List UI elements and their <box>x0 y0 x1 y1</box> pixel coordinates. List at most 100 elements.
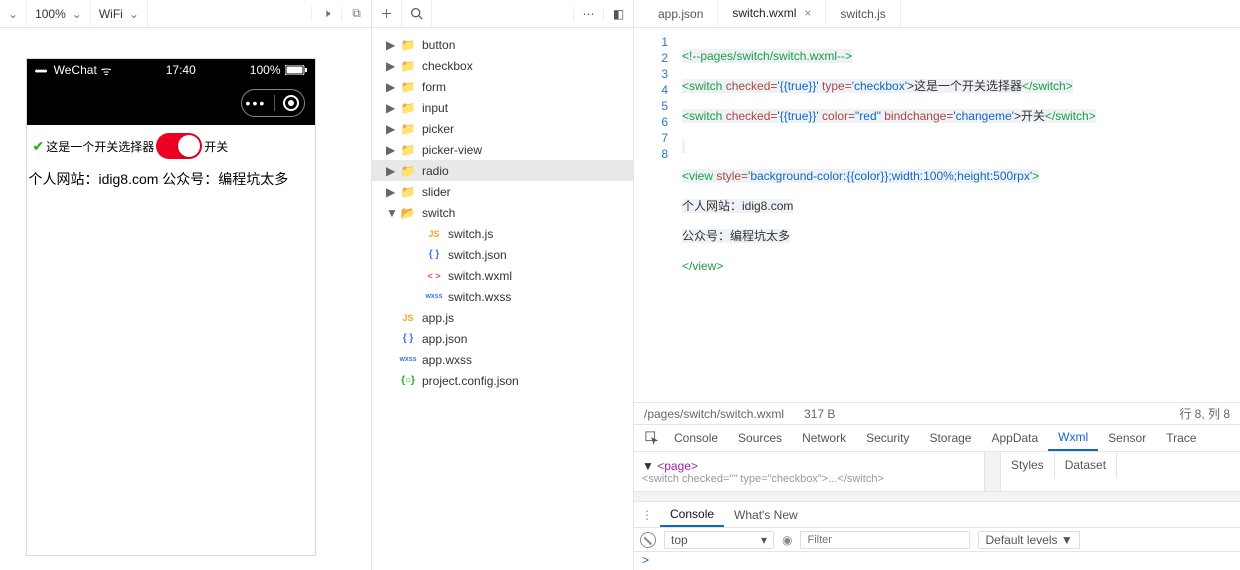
wxss-icon: wxss <box>426 293 442 300</box>
tree-node[interactable]: ▶📁picker-view <box>372 139 633 160</box>
editor-tab[interactable]: switch.js <box>826 0 900 27</box>
simulator-toolbar: ⌄ 100% ⌄ WiFi ⌄ 🕨 ⧉ <box>0 0 372 27</box>
devtools-tab-trace[interactable]: Trace <box>1156 425 1206 451</box>
editor-tab[interactable]: switch.wxml × <box>718 0 826 27</box>
expand-arrow-icon: ▶ <box>386 164 394 178</box>
mute-icon[interactable]: 🕨 <box>311 6 341 21</box>
tree-node[interactable]: ▶📁checkbox <box>372 55 633 76</box>
tab-label: switch.wxml <box>732 6 796 20</box>
cursor-position: 行 8, 列 8 <box>1179 405 1230 422</box>
search-button[interactable] <box>402 0 432 27</box>
devtools-tab-wxml[interactable]: Wxml <box>1048 425 1098 451</box>
folder-icon: 📁 <box>400 38 416 52</box>
devtools-tab-appdata[interactable]: AppData <box>981 425 1048 451</box>
tree-node[interactable]: ▶📁form <box>372 76 633 97</box>
editor-statusbar: /pages/switch/switch.wxml 317 B 行 8, 列 8 <box>634 402 1240 424</box>
folder-icon: 📁 <box>400 143 416 157</box>
js-icon: JS <box>400 313 416 323</box>
tree-node[interactable]: JSapp.js <box>372 307 633 328</box>
wxml-icon: < > <box>426 271 442 281</box>
levels-dropdown[interactable]: Default levels ▼ <box>978 531 1079 549</box>
json-icon: { } <box>426 249 442 260</box>
capsule-menu-icon: ••• <box>246 95 267 111</box>
tree-node[interactable]: JS switch.js <box>372 223 633 244</box>
devtools-tab-console[interactable]: Console <box>664 425 728 451</box>
switch-label: 开关 <box>204 138 228 155</box>
styles-tab[interactable]: Styles <box>1001 452 1055 478</box>
devtools-tab-security[interactable]: Security <box>856 425 919 451</box>
devtools-tabbar: ConsoleSourcesNetworkSecurityStorageAppD… <box>634 424 1240 452</box>
devtools-tab-network[interactable]: Network <box>792 425 856 451</box>
tree-node[interactable]: ▶📁picker <box>372 118 633 139</box>
device-dropdown[interactable]: ⌄ <box>0 0 27 27</box>
detach-icon[interactable]: ⧉ <box>341 6 371 21</box>
tree-node[interactable]: ▶📁slider <box>372 181 633 202</box>
devtools-tab-sources[interactable]: Sources <box>728 425 792 451</box>
expand-arrow-icon: ▶ <box>386 38 394 52</box>
page-body: ✔ 这是一个开关选择器 开关 个人网站：idig8.com 公众号：编程坑太多 <box>27 125 315 555</box>
wxml-tree[interactable]: ▼ <page> <switch checked="" type="checkb… <box>634 452 984 491</box>
top-toolbar: ⌄ 100% ⌄ WiFi ⌄ 🕨 ⧉ ＋ ⋯ ◧ app.json switch… <box>0 0 1240 28</box>
checkbox-row: ✔ 这是一个开关选择器 开关 <box>27 125 315 167</box>
expand-arrow-icon: ▶ <box>386 59 394 73</box>
tree-label: app.wxss <box>422 353 472 367</box>
console-output[interactable]: > <box>634 552 1240 570</box>
folder-icon: 📁 <box>400 59 416 73</box>
tree-node[interactable]: {○}project.config.json <box>372 370 633 391</box>
dataset-tab[interactable]: Dataset <box>1055 452 1117 478</box>
line-number: 4 <box>634 82 668 98</box>
editor-tab[interactable]: app.json <box>644 0 718 27</box>
zoom-dropdown[interactable]: 100% ⌄ <box>27 0 91 27</box>
devtools-tab-sensor[interactable]: Sensor <box>1098 425 1156 451</box>
scrollbar[interactable] <box>984 452 1000 491</box>
tab-whats-new[interactable]: What's New <box>724 502 808 527</box>
chevron-down-icon: ⌄ <box>72 7 82 21</box>
clock-label: 17:40 <box>116 63 246 77</box>
clear-console-icon[interactable] <box>640 532 656 548</box>
new-file-button[interactable]: ＋ <box>372 0 402 27</box>
switch-toggle[interactable] <box>156 133 202 159</box>
js-icon: JS <box>426 229 442 239</box>
live-expression-icon[interactable]: ◉ <box>782 533 792 547</box>
inspect-icon[interactable] <box>640 431 664 445</box>
panel-resizer[interactable] <box>634 492 1240 502</box>
code-editor[interactable]: 12345678 <!--pages/switch/switch.wxml-->… <box>634 28 1240 402</box>
info-text: 个人网站：idig8.com 公众号：编程坑太多 <box>27 167 315 197</box>
tree-label: picker <box>422 122 454 136</box>
more-button[interactable]: ⋯ <box>573 7 603 21</box>
simulator-pane: WeChat ᯤ 17:40 100% ••• ✔ 这是一个开关选择器 <box>0 28 372 570</box>
tree-node[interactable]: ▼📂switch <box>372 202 633 223</box>
tree-label: switch.js <box>448 227 493 241</box>
capsule-button[interactable]: ••• <box>241 89 305 117</box>
context-dropdown[interactable]: top▾ <box>664 531 774 549</box>
file-explorer[interactable]: ▶📁button▶📁checkbox▶📁form▶📁input▶📁picker▶… <box>372 28 634 570</box>
tree-node[interactable]: ▶📁input <box>372 97 633 118</box>
checkbox-icon[interactable]: ✔ <box>33 138 45 155</box>
tree-node[interactable]: { }app.json <box>372 328 633 349</box>
editor-tab-bar: app.json switch.wxml × switch.js <box>634 0 1240 27</box>
battery-pct: 100% <box>250 63 281 77</box>
tab-console[interactable]: Console <box>660 502 724 527</box>
tree-node[interactable]: ▶📁radio <box>372 160 633 181</box>
tree-node[interactable]: < >switch.wxml <box>372 265 633 286</box>
tree-node[interactable]: wxssswitch.wxss <box>372 286 633 307</box>
network-dropdown[interactable]: WiFi ⌄ <box>91 0 148 27</box>
phone-frame: WeChat ᯤ 17:40 100% ••• ✔ 这是一个开关选择器 <box>26 58 316 556</box>
tree-node[interactable]: { }switch.json <box>372 244 633 265</box>
devtools-tab-storage[interactable]: Storage <box>919 425 981 451</box>
tree-node[interactable]: ▶ 📁 button <box>372 34 633 55</box>
console-tabbar: ⋮ Console What's New <box>634 502 1240 528</box>
tree-label: button <box>422 38 455 52</box>
console-menu-icon[interactable]: ⋮ <box>634 508 660 522</box>
line-number: 5 <box>634 98 668 114</box>
code-text[interactable]: <!--pages/switch/switch.wxml--> <switch … <box>678 28 1240 402</box>
folder-icon: 📁 <box>400 185 416 199</box>
split-editor-button[interactable]: ◧ <box>603 7 633 21</box>
expand-arrow-icon: ▶ <box>386 143 394 157</box>
tree-node[interactable]: wxssapp.wxss <box>372 349 633 370</box>
tab-label: app.json <box>658 7 703 21</box>
tree-label: slider <box>422 185 451 199</box>
filter-input[interactable] <box>800 531 970 549</box>
close-icon[interactable]: × <box>804 6 811 20</box>
editor-pane: 12345678 <!--pages/switch/switch.wxml-->… <box>634 28 1240 570</box>
